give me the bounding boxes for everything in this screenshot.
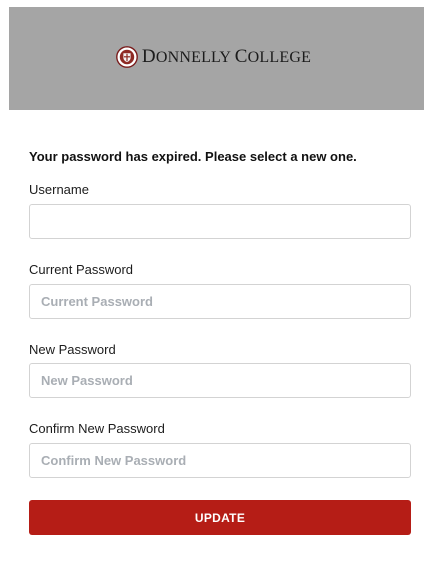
college-logo: DONNELLY COLLEGE: [116, 46, 311, 68]
college-name: DONNELLY COLLEGE: [141, 45, 312, 67]
password-update-form: Your password has expired. Please select…: [29, 148, 411, 535]
username-input[interactable]: [29, 204, 411, 239]
current-password-input[interactable]: [29, 284, 411, 319]
header-banner: DONNELLY COLLEGE: [9, 7, 424, 110]
current-password-label: Current Password: [29, 262, 134, 277]
new-password-input[interactable]: [29, 363, 411, 398]
password-reset-page: DONNELLY COLLEGE Your password has expir…: [0, 0, 425, 569]
update-button[interactable]: UPDATE: [29, 500, 411, 535]
expired-password-notice: Your password has expired. Please select…: [29, 149, 357, 164]
confirm-new-password-input[interactable]: [29, 443, 411, 478]
new-password-label: New Password: [29, 342, 116, 357]
username-label: Username: [29, 182, 89, 197]
confirm-new-password-label: Confirm New Password: [29, 421, 165, 436]
college-seal-icon: [116, 45, 138, 68]
